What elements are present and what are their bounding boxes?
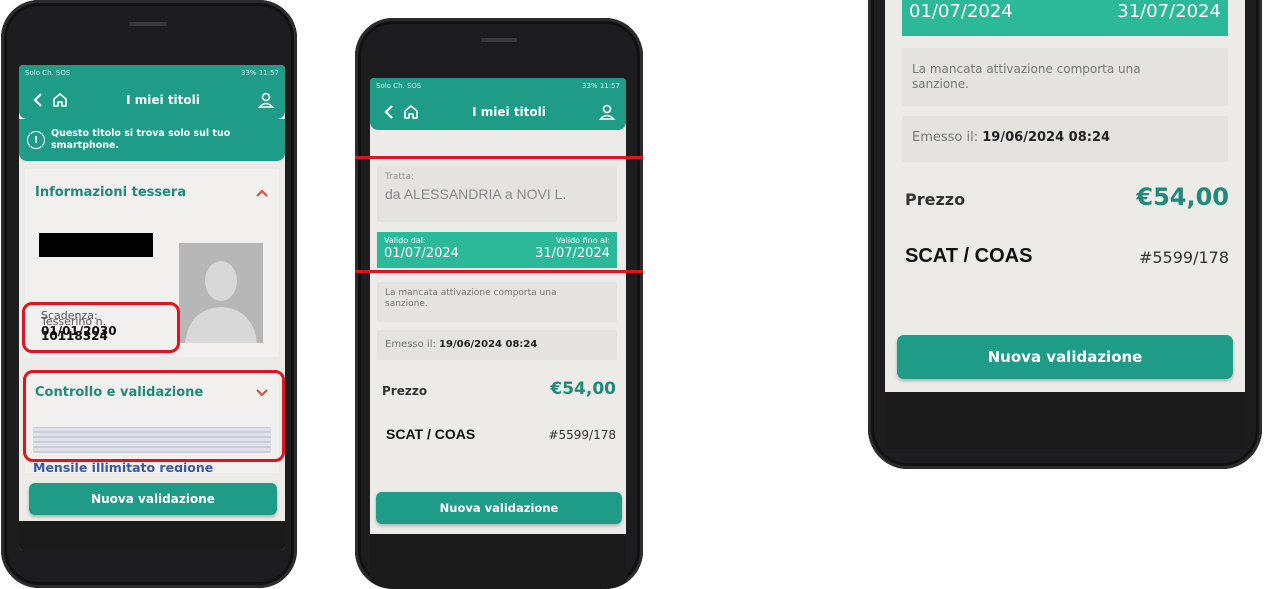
validity-bar: Valido dal: 01/07/2024 Valido fino al: 3… bbox=[902, 0, 1228, 36]
screen-bottom-bar bbox=[19, 521, 285, 550]
status-bar: Solo Ch. SOS 33% 11:57 bbox=[370, 78, 626, 94]
activation-note-card: La mancata attivazione comporta una sanz… bbox=[377, 282, 617, 322]
issued-label: Emesso il: bbox=[385, 339, 436, 350]
issued-value: 19/06/2024 08:24 bbox=[439, 339, 538, 350]
status-bar: Solo Ch. SOS 33% 11:57 bbox=[19, 65, 285, 81]
issued-value: 19/06/2024 08:24 bbox=[982, 130, 1111, 145]
ticket-code: #5599/178 bbox=[1138, 248, 1229, 267]
activation-note: La mancata attivazione comporta una sanz… bbox=[385, 288, 557, 309]
chevron-up-icon[interactable] bbox=[255, 183, 269, 202]
redacted-name bbox=[39, 233, 153, 257]
nuova-validazione-button[interactable]: Nuova validazione bbox=[376, 492, 622, 524]
back-icon[interactable] bbox=[378, 101, 400, 123]
phone-1: Solo Ch. SOS 33% 11:57 I miei titoli ! Q… bbox=[1, 0, 297, 588]
ticket-code: #5599/178 bbox=[548, 428, 616, 442]
phone-2-speaker bbox=[481, 38, 517, 42]
valid-to-value: 31/07/2024 bbox=[1117, 1, 1221, 22]
highlight-route-validity bbox=[355, 156, 643, 273]
tessera-header-label: Informazioni tessera bbox=[35, 184, 187, 200]
nuova-validazione-button[interactable]: Nuova validazione bbox=[897, 335, 1233, 379]
app-bar: I miei titoli bbox=[19, 81, 285, 119]
highlight-expiry bbox=[22, 302, 180, 353]
issued-card: Emesso il: 19/06/2024 08:24 bbox=[902, 116, 1228, 162]
avatar bbox=[179, 243, 263, 343]
back-icon[interactable] bbox=[27, 89, 49, 111]
battery-text: 33% bbox=[241, 69, 257, 77]
time-text: 11:57 bbox=[599, 82, 620, 90]
user-icon[interactable] bbox=[255, 89, 277, 111]
price-label: Prezzo bbox=[905, 190, 966, 209]
issued-row: Emesso il: 19/06/2024 08:24 bbox=[385, 339, 537, 350]
nuova-validazione-button[interactable]: Nuova validazione bbox=[29, 483, 277, 515]
screen-bottom-bar bbox=[370, 534, 626, 589]
carrier-text: Solo Ch. SOS bbox=[25, 69, 71, 77]
price-value: €54,00 bbox=[1136, 183, 1229, 211]
price-label: Prezzo bbox=[382, 384, 428, 398]
operator-text: SCAT / COAS bbox=[905, 245, 1033, 267]
tessera-header[interactable]: Informazioni tessera bbox=[35, 179, 269, 205]
phone-2: Solo Ch. SOS 33% 11:57 I miei titoli Tra… bbox=[355, 18, 643, 589]
phone-2-screen: Solo Ch. SOS 33% 11:57 I miei titoli Tra… bbox=[370, 78, 626, 589]
status-right: 33% 11:57 bbox=[582, 82, 620, 90]
issued-row: Emesso il: 19/06/2024 08:24 bbox=[912, 130, 1110, 145]
page-title: I miei titoli bbox=[472, 105, 546, 119]
issued-label: Emesso il: bbox=[912, 130, 979, 145]
status-right: 33% 11:57 bbox=[241, 69, 279, 77]
activation-note-card: La mancata attivazione comporta una sanz… bbox=[902, 48, 1228, 106]
activation-note: La mancata attivazione comporta una sanz… bbox=[912, 62, 1141, 91]
screen-bottom-bar bbox=[885, 392, 1245, 449]
app-bar: I miei titoli bbox=[370, 94, 626, 130]
phone-3: Valido dal: 01/07/2024 Valido fino al: 3… bbox=[868, 0, 1262, 469]
price-value: €54,00 bbox=[550, 379, 616, 399]
battery-text: 33% bbox=[582, 82, 598, 90]
home-icon[interactable] bbox=[49, 89, 71, 111]
home-icon[interactable] bbox=[400, 101, 422, 123]
phone-3-screen: Valido dal: 01/07/2024 Valido fino al: 3… bbox=[885, 0, 1245, 449]
highlight-controllo bbox=[23, 370, 285, 462]
issued-card: Emesso il: 19/06/2024 08:24 bbox=[377, 330, 617, 360]
carrier-text: Solo Ch. SOS bbox=[376, 82, 422, 90]
phone-1-speaker bbox=[129, 22, 167, 26]
page-title: I miei titoli bbox=[126, 93, 200, 107]
time-text: 11:57 bbox=[258, 69, 279, 77]
operator-text: SCAT / COAS bbox=[386, 426, 476, 442]
alert-banner: ! Questo titolo si trova solo sul tuo sm… bbox=[19, 119, 285, 161]
info-icon: ! bbox=[27, 131, 45, 149]
alert-text: Questo titolo si trova solo sul tuo smar… bbox=[51, 128, 231, 151]
user-icon[interactable] bbox=[596, 101, 618, 123]
valid-from-value: 01/07/2024 bbox=[909, 1, 1013, 22]
